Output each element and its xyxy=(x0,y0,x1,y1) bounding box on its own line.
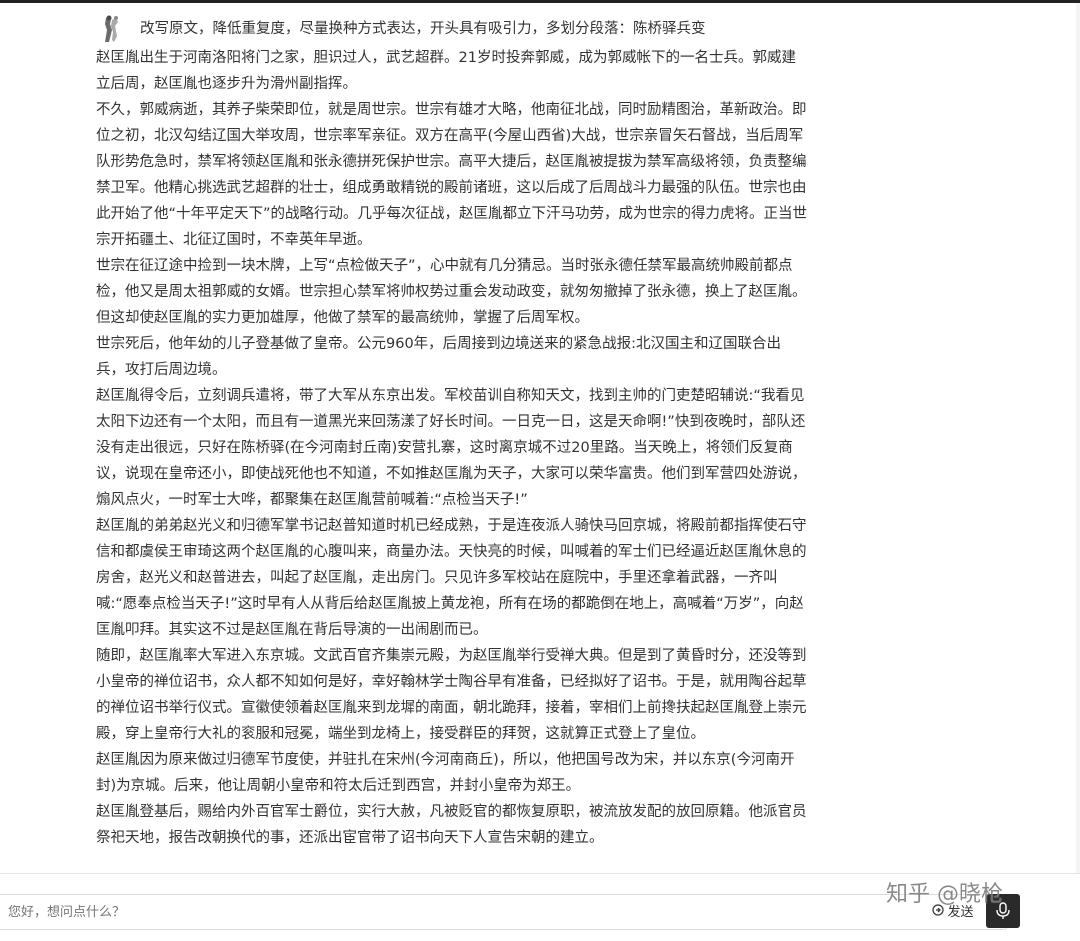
message-input[interactable] xyxy=(0,894,1008,930)
reply-paragraph: 赵匡胤得令后，立刻调兵遣将，带了大军从东京出发。军校苗训自称知天文，找到主帅的门… xyxy=(96,388,807,508)
reply-paragraph: 世宗死后，他年幼的儿子登基做了皇帝。公元960年，后周接到边境送来的紧急战报:北… xyxy=(96,336,782,378)
send-button[interactable]: 发送 xyxy=(926,897,980,923)
chat-scrollbar[interactable] xyxy=(1076,3,1080,873)
voice-input-button[interactable] xyxy=(986,894,1020,928)
user-prompt-text: 改写原文，降低重复度，尽量换种方式表达，开头具有吸引力，多划分段落：陈桥驿兵变 xyxy=(140,21,706,37)
reply-paragraph: 赵匡胤出生于河南洛阳将门之家，胆识过人，武艺超群。21岁时投奔郭威，成为郭威帐下… xyxy=(96,50,796,92)
reply-paragraph: 随即，赵匡胤率大军进入东京城。文武百官齐集崇元殿，为赵匡胤举行受禅大典。但是到了… xyxy=(96,648,807,742)
reply-paragraph: 赵匡胤登基后，赐给内外百官军士爵位，实行大赦，凡被贬官的都恢复原职，被流放发配的… xyxy=(96,804,807,846)
send-icon xyxy=(932,904,945,916)
reply-paragraph: 赵匡胤因为原来做过归德军节度使，并驻扎在宋州(今河南商丘)，所以，他把国号改为宋… xyxy=(96,752,795,794)
reply-paragraph: 赵匡胤的弟弟赵光义和归德军掌书记赵普知道时机已经成熟，于是连夜派人骑快马回京城，… xyxy=(96,518,807,638)
conversation: 改写原文，降低重复度，尽量换种方式表达，开头具有吸引力，多划分段落：陈桥驿兵变 … xyxy=(96,13,816,851)
user-avatar-icon xyxy=(98,14,124,44)
microphone-icon xyxy=(995,902,1011,920)
reply-paragraph: 不久，郭威病逝，其养子柴荣即位，就是周世宗。世宗有雄才大略，他南征北战，同时励精… xyxy=(96,102,808,248)
user-message: 改写原文，降低重复度，尽量换种方式表达，开头具有吸引力，多划分段落：陈桥驿兵变 xyxy=(96,13,816,45)
chat-scroll-area[interactable]: 改写原文，降低重复度，尽量换种方式表达，开头具有吸引力，多划分段落：陈桥驿兵变 … xyxy=(0,3,1080,873)
assistant-reply: 赵匡胤出生于河南洛阳将门之家，胆识过人，武艺超群。21岁时投奔郭威，成为郭威帐下… xyxy=(96,45,816,851)
send-button-label: 发送 xyxy=(947,904,974,920)
reply-paragraph: 世宗在征辽途中捡到一块木牌，上写“点检做天子”，心中就有几分猜忌。当时张永德任禁… xyxy=(96,258,807,326)
